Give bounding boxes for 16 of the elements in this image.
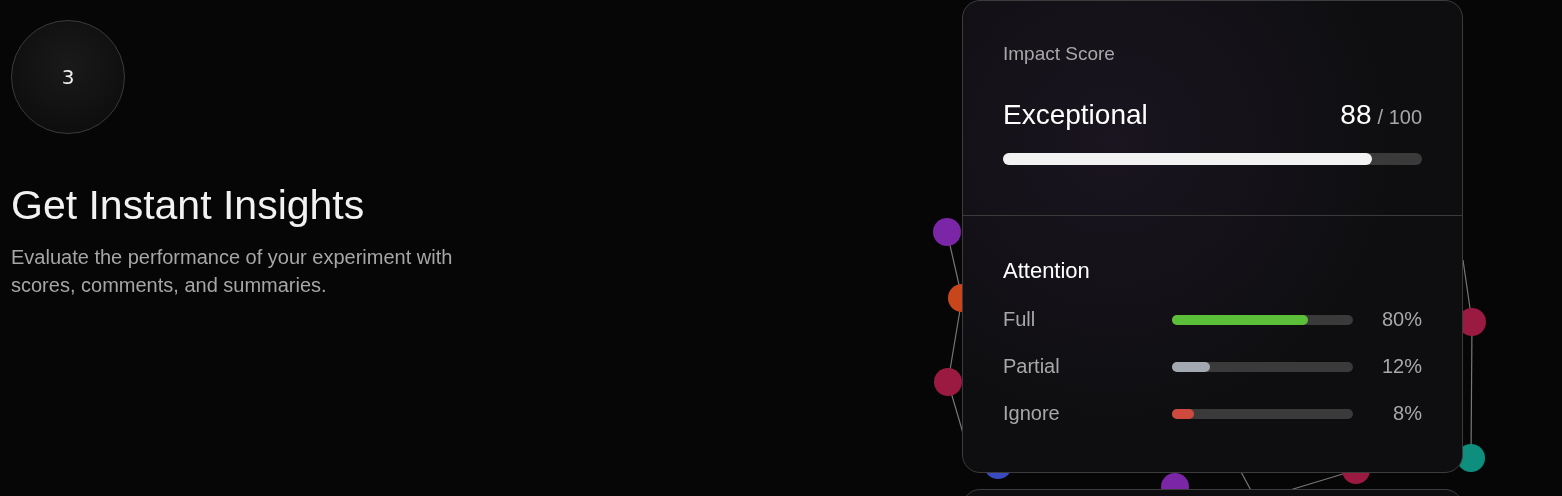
section-description: Evaluate the performance of your experiment with scores, comments, and summaries. (11, 245, 454, 298)
attention-title: Attention (1003, 258, 1091, 284)
attention-label: Partial (1003, 355, 1061, 378)
attention-percent: 80% (1381, 308, 1422, 331)
attention-label: Full (1003, 308, 1037, 331)
section-heading: Get Instant Insights (11, 182, 366, 229)
graph-node (934, 368, 962, 396)
attention-label: Ignore (1003, 402, 1061, 425)
attention-percent: 12% (1381, 355, 1422, 378)
attention-percent: 8% (1393, 402, 1422, 425)
rating-text: Exceptional (1003, 99, 1148, 131)
card-label: Impact Score (1003, 43, 1116, 65)
step-number: 3 (11, 20, 125, 134)
score-max: / 100 (1377, 106, 1422, 128)
score-value: 88 (1340, 99, 1372, 130)
graph-node (933, 218, 961, 246)
